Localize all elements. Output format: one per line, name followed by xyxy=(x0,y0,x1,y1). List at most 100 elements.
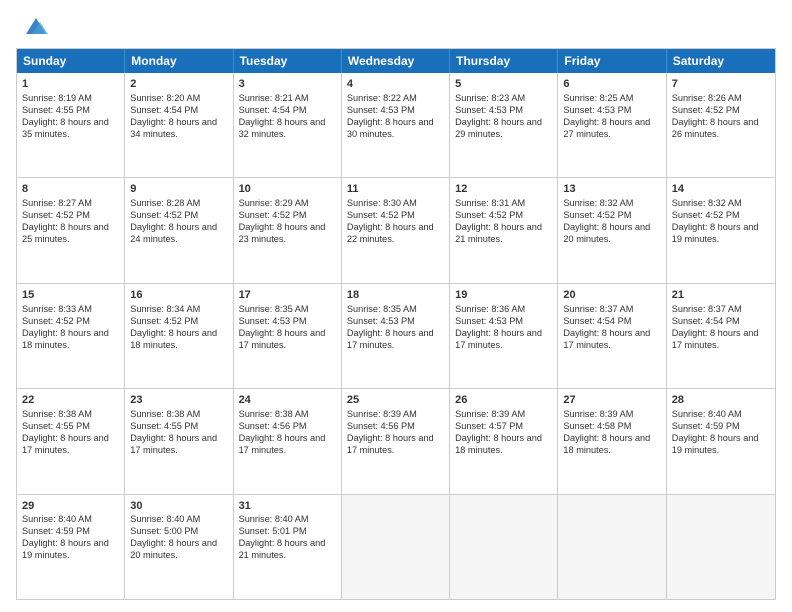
day-info: Sunrise: 8:31 AMSunset: 4:52 PMDaylight:… xyxy=(455,198,552,246)
day-number: 22 xyxy=(22,393,119,408)
day-info: Sunrise: 8:33 AMSunset: 4:52 PMDaylight:… xyxy=(22,304,119,352)
day-number: 10 xyxy=(239,182,336,197)
calendar-cell-11: 11Sunrise: 8:30 AMSunset: 4:52 PMDayligh… xyxy=(342,178,450,282)
empty-cell xyxy=(558,495,666,599)
header xyxy=(16,12,776,40)
calendar-row-4: 22Sunrise: 8:38 AMSunset: 4:55 PMDayligh… xyxy=(17,388,775,493)
calendar-cell-2: 2Sunrise: 8:20 AMSunset: 4:54 PMDaylight… xyxy=(125,73,233,177)
calendar-cell-12: 12Sunrise: 8:31 AMSunset: 4:52 PMDayligh… xyxy=(450,178,558,282)
calendar-cell-7: 7Sunrise: 8:26 AMSunset: 4:52 PMDaylight… xyxy=(667,73,775,177)
day-number: 7 xyxy=(672,77,770,92)
day-number: 1 xyxy=(22,77,119,92)
calendar-row-1: 1Sunrise: 8:19 AMSunset: 4:55 PMDaylight… xyxy=(17,73,775,177)
day-number: 21 xyxy=(672,288,770,303)
day-number: 16 xyxy=(130,288,227,303)
day-number: 17 xyxy=(239,288,336,303)
calendar-cell-18: 18Sunrise: 8:35 AMSunset: 4:53 PMDayligh… xyxy=(342,284,450,388)
calendar-cell-26: 26Sunrise: 8:39 AMSunset: 4:57 PMDayligh… xyxy=(450,389,558,493)
empty-cell xyxy=(342,495,450,599)
day-info: Sunrise: 8:35 AMSunset: 4:53 PMDaylight:… xyxy=(347,304,444,352)
day-number: 18 xyxy=(347,288,444,303)
calendar-cell-30: 30Sunrise: 8:40 AMSunset: 5:00 PMDayligh… xyxy=(125,495,233,599)
day-number: 19 xyxy=(455,288,552,303)
calendar-cell-3: 3Sunrise: 8:21 AMSunset: 4:54 PMDaylight… xyxy=(234,73,342,177)
day-number: 5 xyxy=(455,77,552,92)
calendar-cell-31: 31Sunrise: 8:40 AMSunset: 5:01 PMDayligh… xyxy=(234,495,342,599)
day-info: Sunrise: 8:34 AMSunset: 4:52 PMDaylight:… xyxy=(130,304,227,352)
weekday-header-monday: Monday xyxy=(125,49,233,73)
day-number: 20 xyxy=(563,288,660,303)
day-number: 30 xyxy=(130,499,227,514)
calendar-row-5: 29Sunrise: 8:40 AMSunset: 4:59 PMDayligh… xyxy=(17,494,775,599)
day-info: Sunrise: 8:38 AMSunset: 4:56 PMDaylight:… xyxy=(239,409,336,457)
day-info: Sunrise: 8:27 AMSunset: 4:52 PMDaylight:… xyxy=(22,198,119,246)
day-number: 3 xyxy=(239,77,336,92)
day-info: Sunrise: 8:37 AMSunset: 4:54 PMDaylight:… xyxy=(563,304,660,352)
calendar-cell-8: 8Sunrise: 8:27 AMSunset: 4:52 PMDaylight… xyxy=(17,178,125,282)
calendar-cell-15: 15Sunrise: 8:33 AMSunset: 4:52 PMDayligh… xyxy=(17,284,125,388)
calendar-cell-10: 10Sunrise: 8:29 AMSunset: 4:52 PMDayligh… xyxy=(234,178,342,282)
day-info: Sunrise: 8:38 AMSunset: 4:55 PMDaylight:… xyxy=(22,409,119,457)
day-info: Sunrise: 8:30 AMSunset: 4:52 PMDaylight:… xyxy=(347,198,444,246)
day-number: 11 xyxy=(347,182,444,197)
logo-icon xyxy=(22,12,50,40)
day-info: Sunrise: 8:25 AMSunset: 4:53 PMDaylight:… xyxy=(563,93,660,141)
page: SundayMondayTuesdayWednesdayThursdayFrid… xyxy=(0,0,792,612)
day-number: 14 xyxy=(672,182,770,197)
calendar-cell-9: 9Sunrise: 8:28 AMSunset: 4:52 PMDaylight… xyxy=(125,178,233,282)
weekday-header-friday: Friday xyxy=(558,49,666,73)
day-number: 2 xyxy=(130,77,227,92)
calendar-cell-25: 25Sunrise: 8:39 AMSunset: 4:56 PMDayligh… xyxy=(342,389,450,493)
calendar-cell-13: 13Sunrise: 8:32 AMSunset: 4:52 PMDayligh… xyxy=(558,178,666,282)
day-number: 12 xyxy=(455,182,552,197)
day-info: Sunrise: 8:39 AMSunset: 4:56 PMDaylight:… xyxy=(347,409,444,457)
day-info: Sunrise: 8:39 AMSunset: 4:58 PMDaylight:… xyxy=(563,409,660,457)
day-number: 6 xyxy=(563,77,660,92)
day-info: Sunrise: 8:40 AMSunset: 5:00 PMDaylight:… xyxy=(130,514,227,562)
day-number: 23 xyxy=(130,393,227,408)
empty-cell xyxy=(450,495,558,599)
calendar-cell-16: 16Sunrise: 8:34 AMSunset: 4:52 PMDayligh… xyxy=(125,284,233,388)
day-info: Sunrise: 8:38 AMSunset: 4:55 PMDaylight:… xyxy=(130,409,227,457)
calendar-cell-5: 5Sunrise: 8:23 AMSunset: 4:53 PMDaylight… xyxy=(450,73,558,177)
day-info: Sunrise: 8:28 AMSunset: 4:52 PMDaylight:… xyxy=(130,198,227,246)
day-info: Sunrise: 8:29 AMSunset: 4:52 PMDaylight:… xyxy=(239,198,336,246)
day-number: 29 xyxy=(22,499,119,514)
day-info: Sunrise: 8:40 AMSunset: 4:59 PMDaylight:… xyxy=(22,514,119,562)
calendar-header: SundayMondayTuesdayWednesdayThursdayFrid… xyxy=(17,49,775,73)
day-info: Sunrise: 8:36 AMSunset: 4:53 PMDaylight:… xyxy=(455,304,552,352)
logo xyxy=(16,12,50,40)
calendar-cell-28: 28Sunrise: 8:40 AMSunset: 4:59 PMDayligh… xyxy=(667,389,775,493)
calendar-cell-23: 23Sunrise: 8:38 AMSunset: 4:55 PMDayligh… xyxy=(125,389,233,493)
day-number: 8 xyxy=(22,182,119,197)
calendar-body: 1Sunrise: 8:19 AMSunset: 4:55 PMDaylight… xyxy=(17,73,775,599)
day-info: Sunrise: 8:35 AMSunset: 4:53 PMDaylight:… xyxy=(239,304,336,352)
calendar-cell-29: 29Sunrise: 8:40 AMSunset: 4:59 PMDayligh… xyxy=(17,495,125,599)
day-number: 28 xyxy=(672,393,770,408)
calendar-row-3: 15Sunrise: 8:33 AMSunset: 4:52 PMDayligh… xyxy=(17,283,775,388)
day-info: Sunrise: 8:26 AMSunset: 4:52 PMDaylight:… xyxy=(672,93,770,141)
weekday-header-saturday: Saturday xyxy=(667,49,775,73)
calendar-cell-24: 24Sunrise: 8:38 AMSunset: 4:56 PMDayligh… xyxy=(234,389,342,493)
calendar-cell-22: 22Sunrise: 8:38 AMSunset: 4:55 PMDayligh… xyxy=(17,389,125,493)
weekday-header-thursday: Thursday xyxy=(450,49,558,73)
empty-cell xyxy=(667,495,775,599)
day-info: Sunrise: 8:37 AMSunset: 4:54 PMDaylight:… xyxy=(672,304,770,352)
day-number: 13 xyxy=(563,182,660,197)
day-number: 27 xyxy=(563,393,660,408)
calendar-cell-17: 17Sunrise: 8:35 AMSunset: 4:53 PMDayligh… xyxy=(234,284,342,388)
day-info: Sunrise: 8:39 AMSunset: 4:57 PMDaylight:… xyxy=(455,409,552,457)
calendar: SundayMondayTuesdayWednesdayThursdayFrid… xyxy=(16,48,776,600)
day-info: Sunrise: 8:32 AMSunset: 4:52 PMDaylight:… xyxy=(563,198,660,246)
calendar-cell-27: 27Sunrise: 8:39 AMSunset: 4:58 PMDayligh… xyxy=(558,389,666,493)
day-info: Sunrise: 8:20 AMSunset: 4:54 PMDaylight:… xyxy=(130,93,227,141)
calendar-cell-1: 1Sunrise: 8:19 AMSunset: 4:55 PMDaylight… xyxy=(17,73,125,177)
day-info: Sunrise: 8:40 AMSunset: 4:59 PMDaylight:… xyxy=(672,409,770,457)
weekday-header-tuesday: Tuesday xyxy=(234,49,342,73)
day-number: 9 xyxy=(130,182,227,197)
day-info: Sunrise: 8:19 AMSunset: 4:55 PMDaylight:… xyxy=(22,93,119,141)
day-number: 15 xyxy=(22,288,119,303)
day-info: Sunrise: 8:21 AMSunset: 4:54 PMDaylight:… xyxy=(239,93,336,141)
day-number: 26 xyxy=(455,393,552,408)
weekday-header-wednesday: Wednesday xyxy=(342,49,450,73)
